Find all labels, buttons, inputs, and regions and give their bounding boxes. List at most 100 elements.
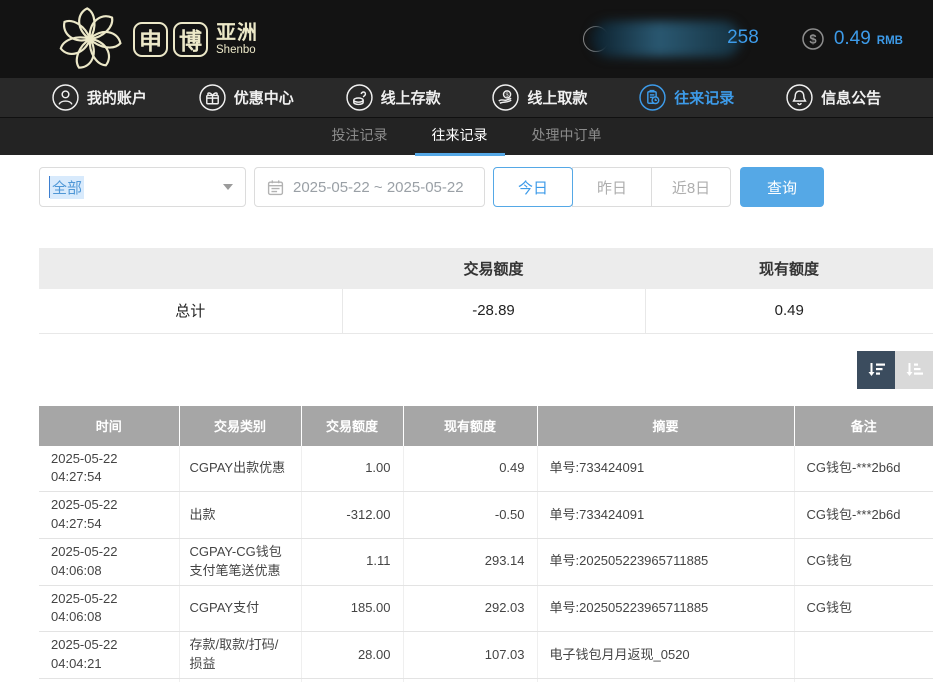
- cell-type: CGPAY出款优惠: [179, 446, 301, 492]
- summary-header-empty: [39, 248, 342, 289]
- cell-type: 存款/取款/打码/损益: [179, 632, 301, 679]
- privacy-blur: [591, 21, 741, 57]
- records-icon: [639, 84, 666, 111]
- cell-summary: 单号:733424091: [537, 446, 794, 492]
- cell-amount: 1.11: [301, 538, 403, 585]
- table-row: 2025-05-22 04:27:54 出款 -312.00 -0.50 单号:…: [39, 492, 933, 539]
- user-icon: [52, 84, 79, 111]
- table-row: 2025-05-22 04:06:08 CGPAY-CG钱包支付笔笔送优惠 1.…: [39, 538, 933, 585]
- bell-icon: [786, 84, 813, 111]
- cell-time: 2025-05-22 04:06:08: [39, 538, 179, 585]
- sort-ascending-button[interactable]: [895, 351, 933, 389]
- cell-amount: 185.00: [301, 585, 403, 632]
- date-range-value: 2025-05-22 ~ 2025-05-22: [293, 179, 464, 196]
- nav-item-my-account[interactable]: 我的账户: [52, 84, 147, 111]
- col-header-time: 时间: [39, 406, 179, 446]
- cell-time: 2025-05-22 04:04:18: [39, 678, 179, 682]
- balance-display: $ 0.49 RMB: [801, 27, 903, 51]
- cell-summary: 单号:202505223965711885: [537, 538, 794, 585]
- date-range-input[interactable]: 2025-05-22 ~ 2025-05-22: [254, 167, 485, 207]
- quick-date-group: 今日 昨日 近8日: [493, 167, 731, 207]
- cell-summary: 电子钱包月月返现_0520: [537, 632, 794, 679]
- cell-balance: 293.14: [403, 538, 537, 585]
- sort-descending-icon: [865, 359, 887, 381]
- sort-ascending-icon: [903, 359, 925, 381]
- cell-balance: 292.03: [403, 585, 537, 632]
- tab-bet-records[interactable]: 投注记录: [315, 118, 405, 156]
- account-suffix: 258: [727, 27, 759, 49]
- col-header-note: 备注: [794, 406, 933, 446]
- records-table: 时间 交易类别 交易额度 现有额度 摘要 备注 2025-05-22 04:27…: [39, 406, 933, 682]
- logo-char-bo: 博: [173, 22, 208, 57]
- logo-subtitle: Shenbo: [216, 44, 258, 57]
- cell-time: 2025-05-22 04:06:08: [39, 585, 179, 632]
- account-masked[interactable]: 258: [591, 18, 759, 60]
- search-button[interactable]: 查询: [740, 167, 824, 207]
- cell-note: CG钱包-***2b6d: [794, 492, 933, 539]
- flower-logo-icon: [54, 3, 126, 75]
- cell-balance: -0.50: [403, 492, 537, 539]
- cell-type: CGPAY-CG钱包支付笔笔送优惠: [179, 538, 301, 585]
- logo-char-shen: 申: [133, 22, 168, 57]
- nav-item-announcements[interactable]: 信息公告: [786, 84, 881, 111]
- cell-note: CG钱包: [794, 538, 933, 585]
- yesterday-button[interactable]: 昨日: [572, 167, 652, 207]
- summary-total-row: 总计 -28.89 0.49: [39, 289, 933, 333]
- col-header-balance: 现有额度: [403, 406, 537, 446]
- cell-amount: 1.00: [301, 446, 403, 492]
- summary-header-row: 交易额度 现有额度: [39, 248, 933, 289]
- summary-total-balance: 0.49: [645, 289, 933, 333]
- cell-type: 活动优惠: [179, 678, 301, 682]
- logo-region-text: 亚洲: [216, 22, 258, 44]
- svg-text:$: $: [809, 32, 817, 47]
- chevron-down-icon: [223, 184, 233, 190]
- gift-icon: [199, 84, 226, 111]
- site-logo[interactable]: 申 博 亚洲 Shenbo: [54, 3, 258, 75]
- nav-item-records[interactable]: 往来记录: [639, 84, 734, 111]
- tab-pending-orders[interactable]: 处理中订单: [515, 118, 619, 156]
- summary-header-transaction: 交易额度: [342, 248, 645, 289]
- main-nav: 我的账户 优惠中心 线上存款 $ 线上取款: [0, 78, 933, 117]
- sub-nav: 投注记录 往来记录 处理中订单: [0, 117, 933, 155]
- cell-summary: 单号:733424091: [537, 492, 794, 539]
- cell-balance: 107.03: [403, 632, 537, 679]
- table-row: 2025-05-22 04:06:08 CGPAY支付 185.00 292.0…: [39, 585, 933, 632]
- filter-bar: 全部 2025-05-22 ~ 2025-05-22 今日 昨日 近8日 查询: [39, 167, 933, 207]
- sort-controls: [0, 351, 933, 389]
- sort-descending-button[interactable]: [857, 351, 895, 389]
- cell-amount: 68.00: [301, 678, 403, 682]
- cell-time: 2025-05-22 04:04:21: [39, 632, 179, 679]
- balance-currency: RMB: [877, 31, 903, 47]
- balance-amount: 0.49: [834, 28, 871, 50]
- table-row: 2025-05-22 04:27:54 CGPAY出款优惠 1.00 0.49 …: [39, 446, 933, 492]
- cell-time: 2025-05-22 04:27:54: [39, 446, 179, 492]
- withdraw-icon: $: [492, 84, 519, 111]
- col-header-type: 交易类别: [179, 406, 301, 446]
- cell-type: CGPAY支付: [179, 585, 301, 632]
- cell-note: [794, 632, 933, 679]
- summary-total-label: 总计: [39, 289, 342, 333]
- cell-summary: [537, 678, 794, 682]
- tab-transaction-records[interactable]: 往来记录: [415, 118, 505, 156]
- table-row: 2025-05-22 04:04:18 活动优惠 68.00 79.03 神秘彩…: [39, 678, 933, 682]
- table-row: 2025-05-22 04:04:21 存款/取款/打码/损益 28.00 10…: [39, 632, 933, 679]
- category-select-value: 全部: [50, 176, 84, 199]
- nav-item-deposit[interactable]: 线上存款: [346, 84, 441, 111]
- cell-balance: 79.03: [403, 678, 537, 682]
- cell-note: CG钱包-***2b6d: [794, 446, 933, 492]
- nav-item-promotions[interactable]: 优惠中心: [199, 84, 294, 111]
- cell-amount: -312.00: [301, 492, 403, 539]
- category-select[interactable]: 全部: [39, 167, 246, 207]
- summary-total-transaction: -28.89: [342, 289, 645, 333]
- calendar-icon: [267, 179, 284, 196]
- last-8-days-button[interactable]: 近8日: [651, 167, 731, 207]
- col-header-amount: 交易额度: [301, 406, 403, 446]
- summary-header-balance: 现有额度: [645, 248, 933, 289]
- cell-time: 2025-05-22 04:27:54: [39, 492, 179, 539]
- cell-summary: 单号:202505223965711885: [537, 585, 794, 632]
- nav-item-withdraw[interactable]: $ 线上取款: [492, 84, 587, 111]
- cell-type: 出款: [179, 492, 301, 539]
- top-bar: 申 博 亚洲 Shenbo 258 $ 0.49 RMB: [0, 0, 933, 78]
- cell-balance: 0.49: [403, 446, 537, 492]
- today-button[interactable]: 今日: [493, 167, 573, 207]
